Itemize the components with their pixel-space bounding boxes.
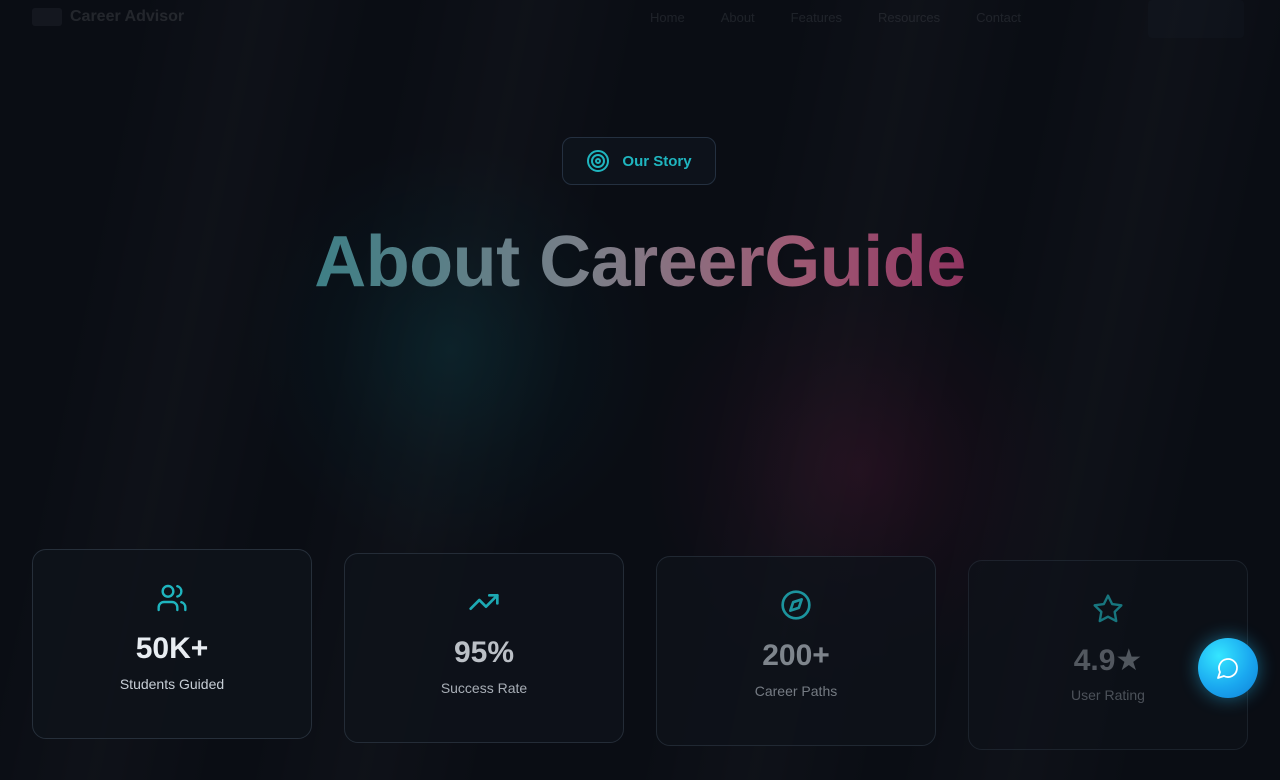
page-title: About CareerGuide (0, 218, 1280, 306)
nav-links: Home About Features Resources Contact (650, 10, 1021, 25)
nav-link-features[interactable]: Features (791, 10, 842, 25)
nav-link-resources[interactable]: Resources (878, 10, 940, 25)
brand[interactable]: Career Advisor (32, 8, 184, 26)
target-icon (587, 150, 610, 172)
star-icon (1093, 594, 1123, 623)
stat-icon-wrap (657, 589, 935, 621)
stat-card-students: 50K+ Students Guided (32, 549, 312, 739)
nav-link-home[interactable]: Home (650, 10, 685, 25)
stat-label: Students Guided (119, 676, 225, 692)
stat-label: User Rating (1071, 687, 1145, 703)
stat-card-careers: 200+ Career Paths (656, 556, 936, 746)
stat-label: Career Paths (754, 683, 838, 699)
compass-icon (781, 590, 811, 620)
logo-icon (32, 8, 62, 26)
stat-icon-wrap (345, 586, 623, 618)
chat-button[interactable] (1198, 638, 1258, 698)
stat-icon-wrap (33, 582, 311, 614)
nav-link-about[interactable]: About (721, 10, 755, 25)
nav-link-contact[interactable]: Contact (976, 10, 1021, 25)
badge-label: Our Story (622, 152, 692, 170)
users-icon (157, 584, 187, 612)
our-story-badge: Our Story (562, 137, 716, 185)
trending-up-icon (469, 594, 499, 610)
stat-label: Success Rate (440, 680, 528, 696)
top-navigation: Career Advisor Home About Features Resou… (0, 0, 1280, 38)
stat-value: 50K+ (135, 632, 209, 665)
chat-bubble-icon (1217, 658, 1238, 679)
stat-card-success: 95% Success Rate (344, 553, 624, 743)
stat-icon-wrap (969, 593, 1247, 625)
brand-name: Career Advisor (70, 8, 185, 25)
stat-value: 200+ (762, 639, 830, 672)
stat-value: 95% (453, 636, 515, 669)
nav-action-button[interactable] (1148, 0, 1244, 38)
